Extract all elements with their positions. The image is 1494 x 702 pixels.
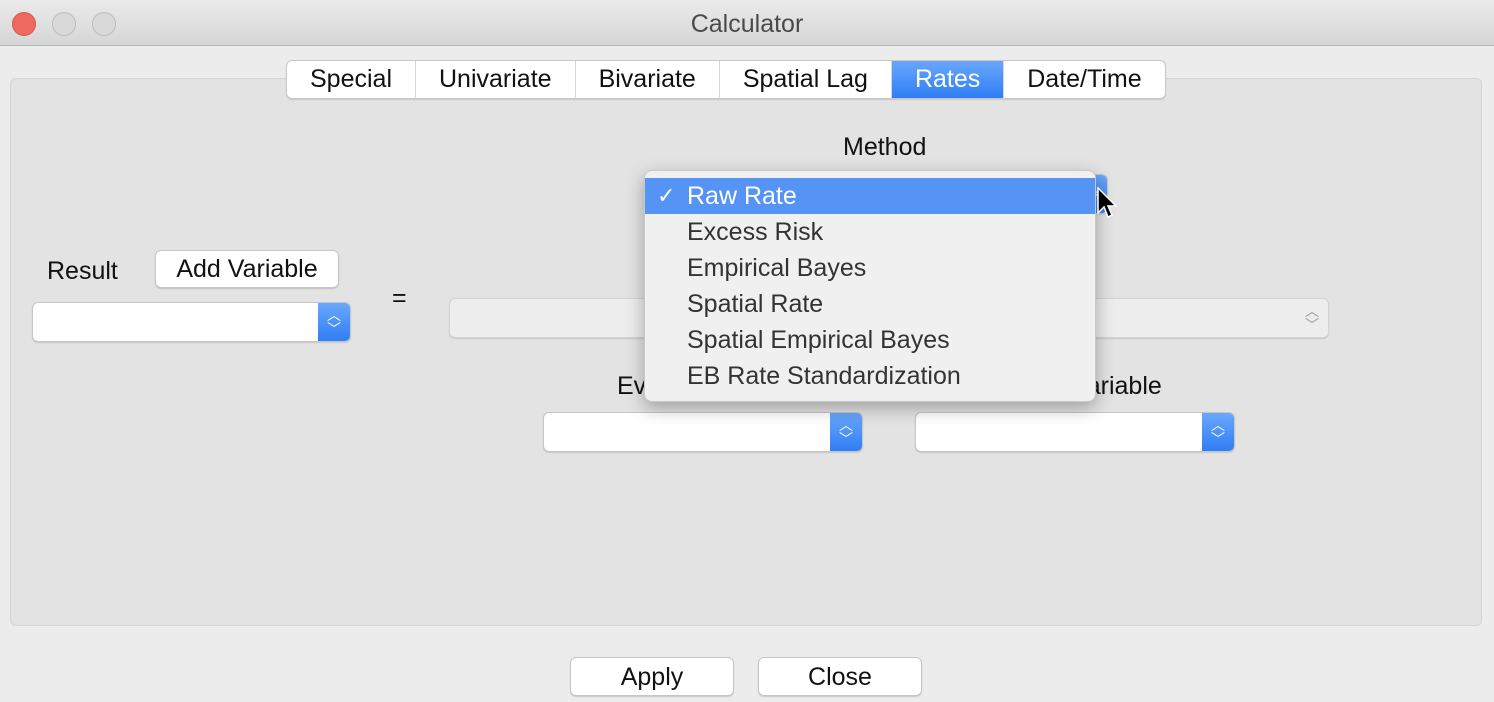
mouse-cursor-icon (1097, 187, 1118, 219)
menu-item-spatial-empirical-bayes[interactable]: Spatial Empirical Bayes (645, 322, 1095, 358)
menu-item-excess-risk[interactable]: Excess Risk (645, 214, 1095, 250)
tab-date-time[interactable]: Date/Time (1004, 61, 1164, 98)
menu-item-empirical-bayes[interactable]: Empirical Bayes (645, 250, 1095, 286)
checkmark-icon: ✓ (657, 183, 676, 208)
stepper-icon: ︿﹀ (1202, 413, 1234, 451)
menu-item-label: Raw Rate (687, 182, 797, 210)
window-title: Calculator (690, 10, 804, 38)
tab-bivariate[interactable]: Bivariate (576, 61, 720, 98)
title-bar: Calculator (0, 0, 1494, 46)
equals-sign: = (392, 284, 407, 312)
add-variable-button[interactable]: Add Variable (155, 250, 339, 288)
apply-button[interactable]: Apply (570, 657, 734, 696)
menu-item-raw-rate[interactable]: ✓ Raw Rate (645, 178, 1095, 214)
method-dropdown-menu: ✓ Raw Rate Excess Risk Empirical Bayes Sp… (644, 170, 1096, 402)
event-variable-select[interactable]: ︿ ﹀ (543, 412, 863, 452)
tab-bar: Special Univariate Bivariate Spatial Lag… (286, 60, 1166, 99)
close-button[interactable]: Close (758, 657, 922, 696)
tab-univariate[interactable]: Univariate (416, 61, 576, 98)
tab-rates[interactable]: Rates (891, 61, 1005, 98)
stepper-icon: ︿﹀ (318, 303, 350, 341)
tab-special[interactable]: Special (287, 61, 416, 98)
stepper-icon: ︿﹀ (830, 413, 862, 451)
base-variable-select[interactable]: ︿ ﹀ (915, 412, 1235, 452)
result-select[interactable]: ︿ ﹀ (32, 302, 351, 342)
method-label: Method (843, 133, 927, 161)
menu-item-spatial-rate[interactable]: Spatial Rate (645, 286, 1095, 322)
stepper-icon: ︿﹀ (1305, 303, 1319, 333)
result-label: Result (47, 257, 118, 285)
menu-item-eb-rate-standardization[interactable]: EB Rate Standardization (645, 358, 1095, 394)
tab-spatial-lag[interactable]: Spatial Lag (720, 61, 892, 98)
